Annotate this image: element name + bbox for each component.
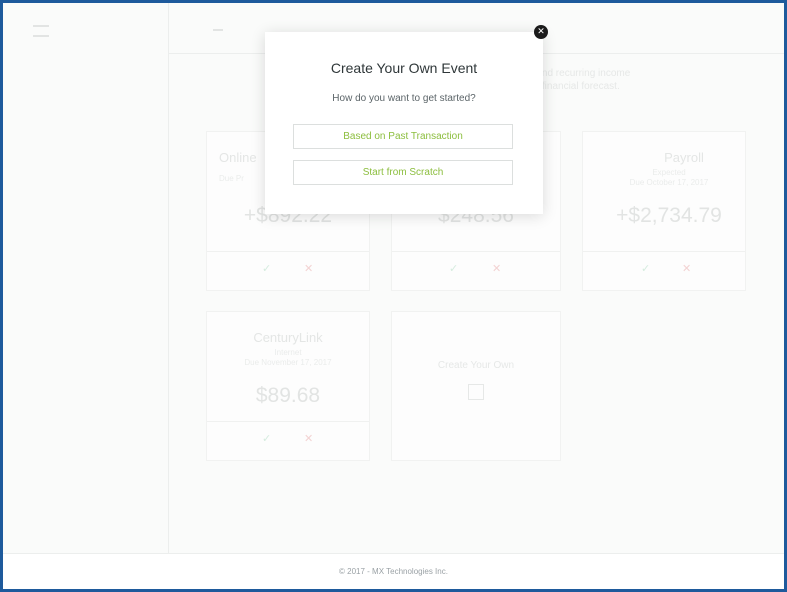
modal-question: How do you want to get started? bbox=[332, 93, 476, 104]
close-icon[interactable]: ✕ bbox=[534, 25, 548, 39]
event-card-subtitle-line: Due October 17, 2017 bbox=[629, 178, 709, 187]
event-card-name: Payroll bbox=[664, 150, 704, 165]
app-frame: e bills and recurring income er your fin… bbox=[0, 0, 787, 592]
event-card-amount: $89.68 bbox=[255, 384, 321, 407]
back-icon[interactable] bbox=[213, 29, 223, 31]
close-icon[interactable]: ✕ bbox=[682, 262, 691, 275]
event-card[interactable]: Payroll Expected Due October 17, 2017 +$… bbox=[582, 131, 746, 291]
create-event-card[interactable]: Create Your Own bbox=[391, 311, 561, 461]
check-icon[interactable]: ✓ bbox=[262, 262, 271, 275]
create-event-label: Create Your Own bbox=[437, 360, 515, 371]
event-card-name: CenturyLink bbox=[253, 330, 323, 345]
footer: © 2017 - MX Technologies Inc. bbox=[3, 553, 784, 589]
add-icon bbox=[468, 384, 484, 400]
check-icon[interactable]: ✓ bbox=[262, 432, 271, 445]
event-card-subtitle: Internet Due November 17, 2017 bbox=[207, 348, 369, 368]
menu-icon[interactable] bbox=[33, 25, 49, 37]
event-card-head: Payroll Expected Due October 17, 2017 +$… bbox=[583, 132, 745, 242]
event-card-subtitle-line: Expected bbox=[652, 168, 686, 177]
event-card-subtitle-line: Due November 17, 2017 bbox=[244, 358, 332, 367]
start-from-scratch-button[interactable]: Start from Scratch bbox=[293, 160, 513, 185]
close-icon[interactable]: ✕ bbox=[492, 262, 501, 275]
event-card-head: CenturyLink Internet Due November 17, 20… bbox=[207, 312, 369, 422]
sidebar bbox=[3, 3, 169, 554]
event-card-subtitle: Expected Due October 17, 2017 bbox=[593, 168, 745, 188]
close-icon[interactable]: ✕ bbox=[304, 262, 313, 275]
event-card[interactable]: CenturyLink Internet Due November 17, 20… bbox=[206, 311, 370, 461]
copyright-text: © 2017 - MX Technologies Inc. bbox=[339, 567, 448, 576]
check-icon[interactable]: ✓ bbox=[641, 262, 650, 275]
close-icon[interactable]: ✕ bbox=[304, 432, 313, 445]
modal-title: Create Your Own Event bbox=[330, 60, 478, 76]
event-card-subtitle-line: Internet bbox=[274, 348, 302, 357]
event-card-amount: +$2,734.79 bbox=[616, 204, 722, 227]
check-icon[interactable]: ✓ bbox=[449, 262, 458, 275]
create-event-modal: Create Your Own Event How do you want to… bbox=[265, 32, 543, 214]
event-card-actions: ✓ ✕ bbox=[207, 421, 369, 460]
event-card-actions: ✓ ✕ bbox=[392, 251, 560, 290]
event-card-actions: ✓ ✕ bbox=[583, 251, 745, 290]
based-on-past-transaction-button[interactable]: Based on Past Transaction bbox=[293, 124, 513, 149]
event-card-actions: ✓ ✕ bbox=[207, 251, 369, 290]
